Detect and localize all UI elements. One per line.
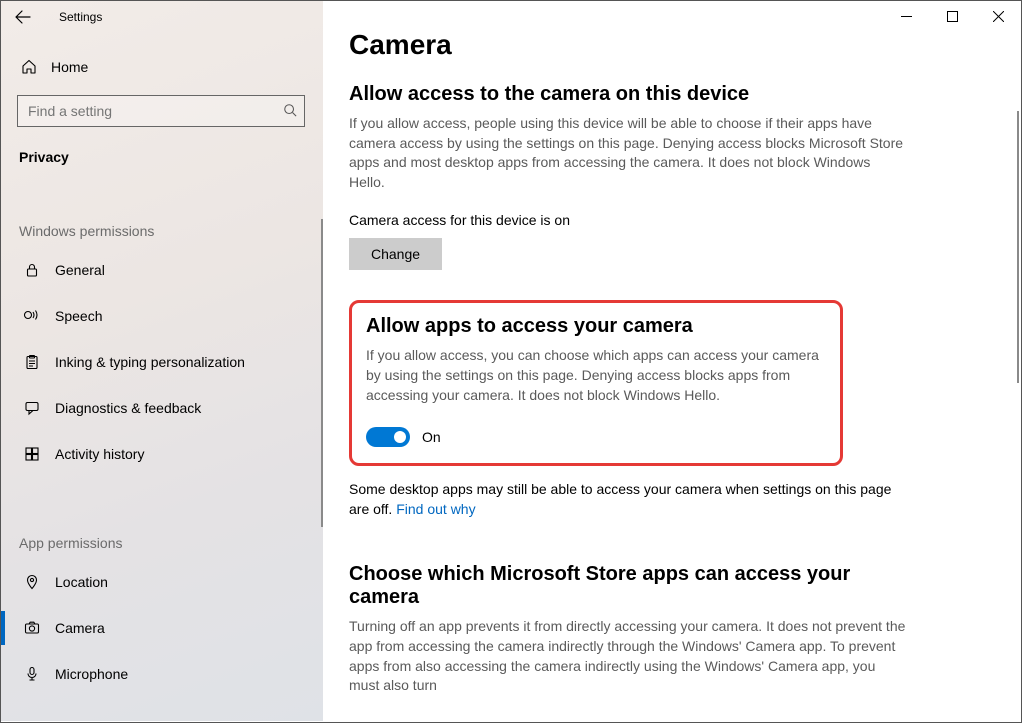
main-scrollbar[interactable] [1017, 111, 1019, 383]
titlebar: Settings [1, 1, 323, 33]
section2-title: Allow apps to access your camera [366, 315, 826, 338]
search-icon [283, 103, 297, 117]
back-button[interactable] [15, 9, 39, 25]
change-button[interactable]: Change [349, 238, 442, 270]
sidebar-item-general[interactable]: General [17, 247, 307, 293]
nav-list-app-permissions: Location Camera Microphone [17, 559, 307, 697]
sidebar-item-microphone[interactable]: Microphone [17, 651, 307, 697]
nav-list-windows-permissions: General Speech Inking & typing personali… [17, 247, 307, 477]
minimize-icon [901, 11, 912, 22]
toggle-knob [394, 431, 406, 443]
maximize-icon [947, 11, 958, 22]
clipboard-icon [19, 354, 45, 370]
feedback-icon [19, 400, 45, 416]
sidebar-item-inking[interactable]: Inking & typing personalization [17, 339, 307, 385]
sidebar-item-label: Diagnostics & feedback [55, 400, 201, 416]
arrow-left-icon [15, 9, 31, 25]
sidebar-item-label: General [55, 262, 105, 278]
section1-desc: If you allow access, people using this d… [349, 114, 909, 192]
page-title: Camera [349, 29, 995, 61]
section3-desc: Turning off an app prevents it from dire… [349, 617, 909, 695]
sidebar-item-speech[interactable]: Speech [17, 293, 307, 339]
allow-apps-toggle[interactable] [366, 427, 410, 447]
sidebar-home-label: Home [51, 59, 88, 75]
maximize-button[interactable] [929, 1, 975, 31]
sidebar-item-label: Activity history [55, 446, 144, 462]
search-input[interactable] [17, 95, 305, 127]
close-button[interactable] [975, 1, 1021, 31]
minimize-button[interactable] [883, 1, 929, 31]
window-title: Settings [59, 10, 102, 24]
sidebar-group-windows-permissions: Windows permissions [19, 223, 305, 239]
camera-icon [19, 620, 45, 636]
section1-title: Allow access to the camera on this devic… [349, 83, 995, 106]
section3-title: Choose which Microsoft Store apps can ac… [349, 563, 909, 609]
sidebar-item-label: Microphone [55, 666, 128, 682]
location-icon [19, 574, 45, 590]
sidebar-item-location[interactable]: Location [17, 559, 307, 605]
speech-icon [19, 308, 45, 324]
highlight-box: Allow apps to access your camera If you … [349, 300, 843, 466]
desktop-apps-note: Some desktop apps may still be able to a… [349, 480, 909, 519]
section2-desc: If you allow access, you can choose whic… [366, 346, 826, 405]
microphone-icon [19, 666, 45, 682]
sidebar-current-section: Privacy [19, 149, 305, 165]
sidebar-item-label: Inking & typing personalization [55, 354, 245, 370]
main-content: Camera Allow access to the camera on thi… [323, 1, 1021, 721]
camera-access-status: Camera access for this device is on [349, 212, 995, 228]
sidebar-item-label: Camera [55, 620, 105, 636]
sidebar: Settings Home Privacy Windows permission… [1, 1, 323, 721]
find-out-why-link[interactable]: Find out why [396, 501, 475, 517]
sidebar-group-app-permissions: App permissions [19, 535, 305, 551]
close-icon [993, 11, 1004, 22]
lock-icon [19, 262, 45, 278]
sidebar-item-label: Location [55, 574, 108, 590]
search-wrap [17, 95, 307, 127]
window-controls [883, 1, 1021, 31]
sidebar-home[interactable]: Home [17, 47, 307, 87]
sidebar-item-activity[interactable]: Activity history [17, 431, 307, 477]
home-icon [17, 59, 41, 75]
sidebar-item-label: Speech [55, 308, 102, 324]
history-icon [19, 446, 45, 462]
sidebar-item-camera[interactable]: Camera [17, 605, 307, 651]
toggle-state-label: On [422, 429, 441, 445]
sidebar-item-diagnostics[interactable]: Diagnostics & feedback [17, 385, 307, 431]
